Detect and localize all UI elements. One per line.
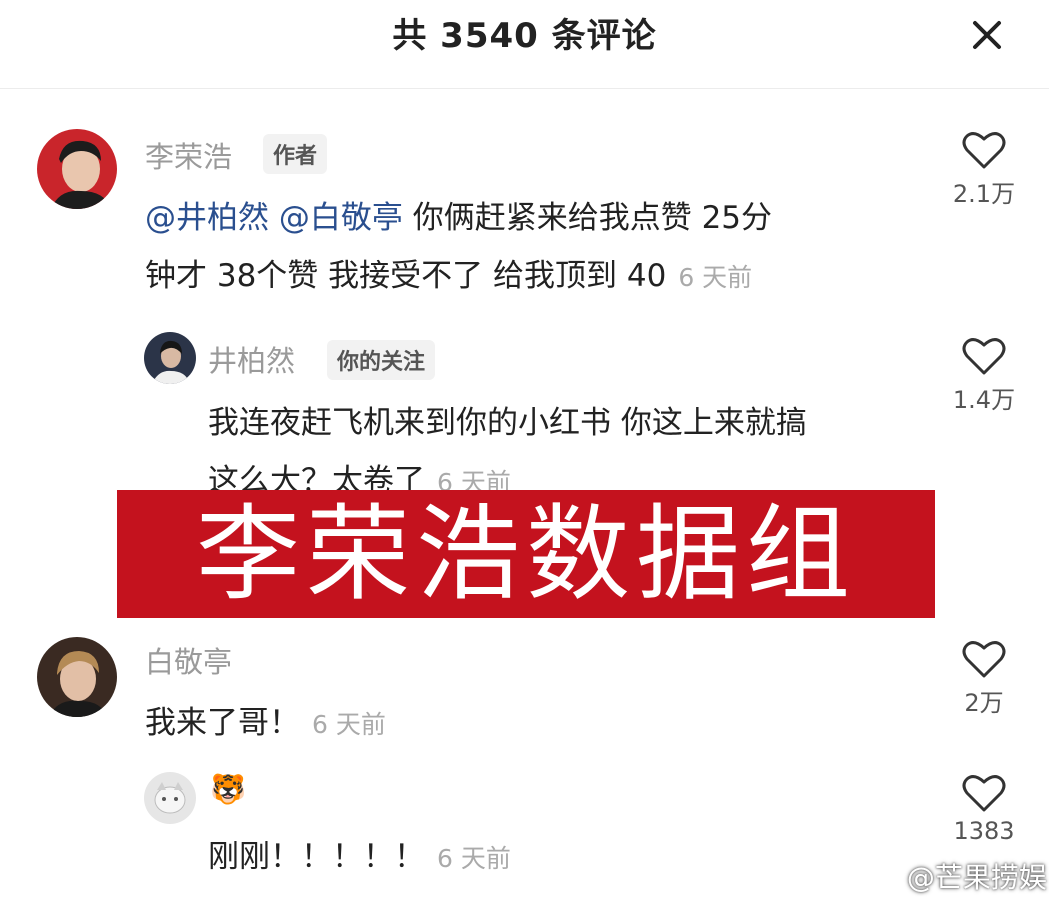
comment-username[interactable]: 🐯	[210, 772, 246, 807]
avatar[interactable]	[144, 772, 196, 824]
comment-text: 我连夜赶飞机来到你的小红书 你这上来就搞	[208, 405, 807, 441]
watermark-text: @芒果捞娱	[906, 861, 1047, 894]
comment-text: 我来了哥！	[145, 705, 300, 741]
avatar[interactable]	[37, 129, 117, 209]
mention-link[interactable]: @井柏然	[145, 200, 269, 236]
comment-text-line: 刚刚！！！！！ 6 天前	[208, 831, 511, 876]
like-button[interactable]: 1383	[944, 773, 1024, 845]
following-badge: 你的关注	[327, 340, 436, 380]
comment-text: 你俩赶紧来给我点赞 25分	[412, 200, 773, 236]
weibo-icon	[862, 867, 897, 893]
comment-username[interactable]: 井柏然	[208, 338, 295, 380]
comment-username[interactable]: 李荣浩	[145, 134, 232, 176]
comment-username[interactable]: 白敬亭	[145, 639, 232, 681]
comment-text: 刚刚！！！！！	[208, 839, 425, 875]
avatar[interactable]	[37, 637, 117, 717]
overlay-banner: 李荣浩数据组	[117, 490, 935, 618]
comment-time: 6 天前	[437, 844, 511, 873]
comment-time: 6 天前	[678, 263, 753, 292]
comment-text-line: 我来了哥！ 6 天前	[145, 697, 386, 742]
like-button[interactable]: 2.1万	[944, 130, 1024, 209]
comment-text: 钟才 38个赞 我接受不了 给我顶到 40	[145, 258, 667, 294]
heart-icon	[962, 775, 1006, 812]
watermark: @芒果捞娱	[862, 856, 1047, 896]
mention-link[interactable]: @白敬亭	[279, 200, 403, 236]
like-count: 2.1万	[952, 180, 1016, 208]
heart-icon	[962, 338, 1006, 375]
comment-text-line: 钟才 38个赞 我接受不了 给我顶到 40 6 天前	[145, 250, 752, 295]
author-badge: 作者	[263, 134, 328, 174]
heart-icon	[962, 132, 1006, 169]
like-count: 2万	[964, 689, 1004, 717]
comment-time: 6 天前	[312, 710, 386, 739]
comments-header: 共 3540 条评论	[0, 0, 1049, 89]
like-button[interactable]: 1.4万	[944, 336, 1024, 415]
avatar[interactable]	[144, 332, 196, 384]
comment-text-line: @井柏然 @白敬亭 你俩赶紧来给我点赞 25分	[145, 192, 772, 237]
like-count: 1.4万	[952, 386, 1016, 414]
comment-text-line: 我连夜赶飞机来到你的小红书 你这上来就搞	[208, 397, 807, 442]
comments-count-title: 共 3540 条评论	[392, 16, 657, 56]
comments-panel: 共 3540 条评论 李荣浩 作者 @井柏然 @白敬亭 你俩赶紧来给我点赞 25…	[0, 0, 1049, 899]
close-icon	[973, 21, 1001, 49]
close-button[interactable]	[962, 10, 1012, 60]
heart-icon	[962, 641, 1006, 678]
like-count: 1383	[953, 817, 1015, 845]
like-button[interactable]: 2万	[944, 639, 1024, 718]
